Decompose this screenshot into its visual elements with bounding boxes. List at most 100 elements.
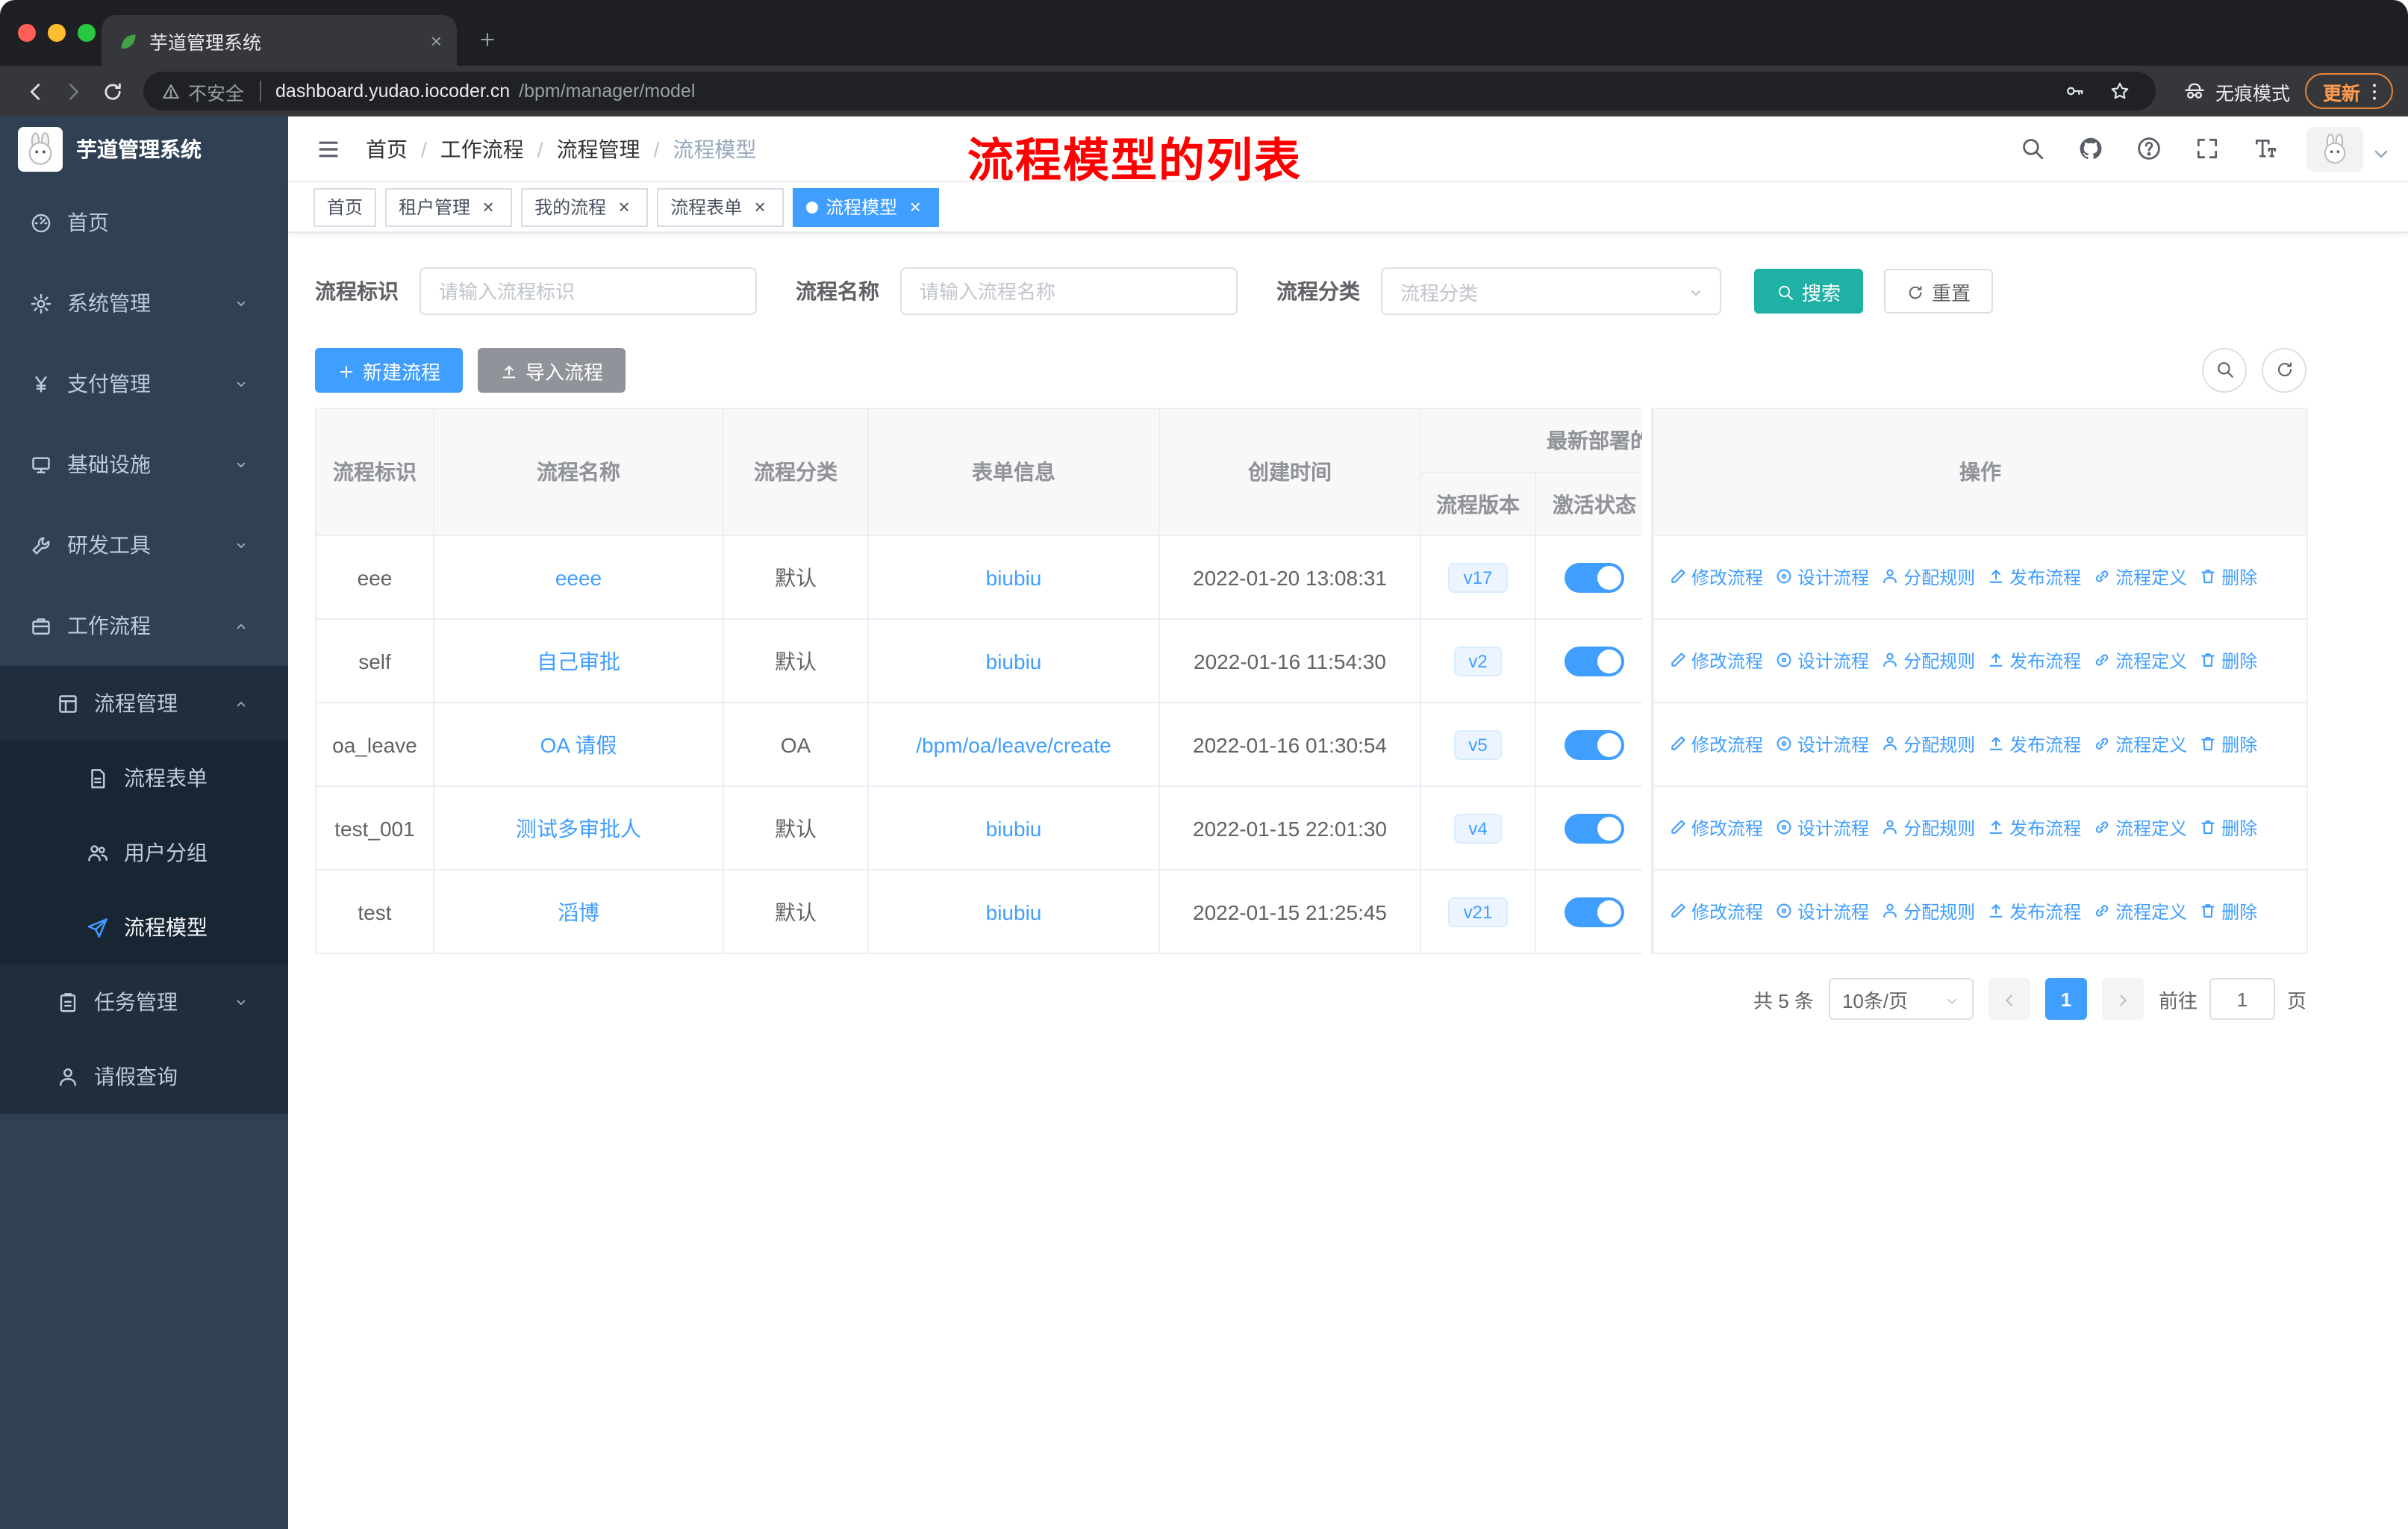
tab-2[interactable]: 我的流程 ×	[521, 187, 649, 226]
action-edit[interactable]: 修改流程	[1669, 815, 1763, 841]
current-page[interactable]: 1	[2044, 978, 2087, 1020]
action-assign[interactable]: 分配规则	[1881, 564, 1975, 590]
action-delete[interactable]: 删除	[2199, 564, 2257, 590]
sidebar-item-10[interactable]: 任务管理	[0, 965, 288, 1039]
fullscreen-button[interactable]	[2190, 132, 2223, 165]
passwords-icon[interactable]	[2057, 73, 2093, 109]
active-toggle[interactable]	[1565, 813, 1624, 843]
action-assign[interactable]: 分配规则	[1881, 648, 1975, 673]
active-toggle[interactable]	[1565, 729, 1624, 759]
sidebar-item-3[interactable]: 基础设施	[0, 424, 288, 505]
process-name-link[interactable]: 滔博	[558, 900, 599, 924]
close-icon[interactable]: ×	[614, 196, 634, 217]
action-delete[interactable]: 删除	[2199, 648, 2257, 673]
action-delete[interactable]: 删除	[2199, 899, 2257, 924]
form-link[interactable]: biubiu	[986, 816, 1042, 840]
form-link[interactable]: biubiu	[986, 900, 1042, 924]
process-name-link[interactable]: 测试多审批人	[516, 816, 641, 840]
tab-close-icon[interactable]: ×	[431, 29, 442, 52]
new-tab-button[interactable]	[466, 18, 508, 60]
process-name-link[interactable]: OA 请假	[540, 732, 617, 756]
address-bar[interactable]: 不安全 dashboard.yudao.iocoder.cn/bpm/manag…	[143, 72, 2156, 110]
action-design[interactable]: 设计流程	[1775, 732, 1869, 757]
action-design[interactable]: 设计流程	[1775, 899, 1869, 924]
breadcrumb-item[interactable]: 流程管理	[557, 134, 640, 164]
create-process-button[interactable]: 新建流程	[315, 348, 464, 393]
sidebar-item-1[interactable]: 系统管理	[0, 263, 288, 343]
close-icon[interactable]: ×	[478, 196, 499, 217]
close-icon[interactable]: ×	[749, 196, 770, 217]
sidebar-item-4[interactable]: 研发工具	[0, 505, 288, 585]
browser-tab[interactable]: 芋道管理系统 ×	[102, 15, 457, 66]
reload-button[interactable]	[93, 72, 131, 110]
breadcrumb-item[interactable]: 工作流程	[440, 134, 524, 164]
action-definition[interactable]: 流程定义	[2093, 648, 2187, 673]
form-link[interactable]: biubiu	[986, 565, 1042, 589]
action-publish[interactable]: 发布流程	[1987, 732, 2081, 757]
user-avatar[interactable]	[2306, 126, 2388, 171]
action-definition[interactable]: 流程定义	[2093, 899, 2187, 924]
prev-page-button[interactable]	[1988, 978, 2030, 1020]
sidebar-item-7[interactable]: 流程表单	[0, 741, 288, 815]
minimize-window-button[interactable]	[48, 24, 66, 42]
question-button[interactable]	[2132, 132, 2165, 165]
action-definition[interactable]: 流程定义	[2093, 564, 2187, 590]
search-button[interactable]	[2015, 132, 2048, 165]
form-link[interactable]: biubiu	[986, 649, 1042, 673]
active-toggle[interactable]	[1565, 897, 1624, 927]
sidebar-item-8[interactable]: 用户分组	[0, 815, 288, 890]
action-definition[interactable]: 流程定义	[2093, 732, 2187, 757]
next-page-button[interactable]	[2101, 978, 2144, 1020]
active-toggle[interactable]	[1565, 646, 1624, 676]
action-edit[interactable]: 修改流程	[1669, 648, 1763, 673]
tab-4[interactable]: 流程模型 ×	[793, 187, 940, 226]
process-key-input[interactable]	[419, 267, 757, 315]
sidebar-item-6[interactable]: 流程管理	[0, 666, 288, 741]
action-publish[interactable]: 发布流程	[1987, 564, 2081, 590]
action-publish[interactable]: 发布流程	[1987, 648, 2081, 673]
back-button[interactable]	[15, 72, 54, 110]
sidebar-item-0[interactable]: 首页	[0, 182, 288, 263]
bookmark-star-icon[interactable]	[2102, 73, 2138, 109]
import-process-button[interactable]: 导入流程	[478, 348, 626, 393]
zoom-window-button[interactable]	[78, 24, 96, 42]
search-button[interactable]: 搜索	[1754, 269, 1864, 314]
goto-page-input[interactable]	[2209, 978, 2275, 1020]
process-name-link[interactable]: 自己审批	[537, 649, 620, 673]
sidebar-item-2[interactable]: 支付管理	[0, 343, 288, 424]
action-edit[interactable]: 修改流程	[1669, 564, 1763, 590]
tab-3[interactable]: 流程表单 ×	[657, 187, 785, 226]
forward-button[interactable]	[54, 72, 93, 110]
sidebar-item-9[interactable]: 流程模型	[0, 890, 288, 965]
action-publish[interactable]: 发布流程	[1987, 899, 2081, 924]
active-toggle[interactable]	[1565, 562, 1624, 592]
close-icon[interactable]: ×	[905, 196, 926, 217]
action-definition[interactable]: 流程定义	[2093, 815, 2187, 841]
process-name-link[interactable]: eeee	[555, 565, 602, 589]
refresh-table-button[interactable]	[2262, 348, 2306, 393]
page-size-select[interactable]: 10条/页	[1828, 978, 1974, 1020]
action-design[interactable]: 设计流程	[1775, 815, 1869, 841]
browser-menu-icon[interactable]	[2363, 80, 2386, 102]
breadcrumb-item[interactable]: 首页	[366, 134, 408, 164]
form-link[interactable]: /bpm/oa/leave/create	[916, 732, 1111, 756]
tab-0[interactable]: 首页	[314, 187, 377, 226]
security-indicator[interactable]: 不安全	[161, 77, 244, 105]
reset-button[interactable]: 重置	[1884, 269, 1994, 314]
action-delete[interactable]: 删除	[2199, 815, 2257, 841]
action-publish[interactable]: 发布流程	[1987, 815, 2081, 841]
tab-1[interactable]: 租户管理 ×	[385, 187, 513, 226]
action-assign[interactable]: 分配规则	[1881, 815, 1975, 841]
process-name-input[interactable]	[900, 267, 1238, 315]
font-size-button[interactable]	[2248, 132, 2281, 165]
action-edit[interactable]: 修改流程	[1669, 732, 1763, 757]
sidebar-item-11[interactable]: 请假查询	[0, 1039, 288, 1114]
category-select[interactable]: 流程分类	[1381, 267, 1721, 315]
github-button[interactable]	[2074, 132, 2106, 165]
close-window-button[interactable]	[18, 24, 36, 42]
action-design[interactable]: 设计流程	[1775, 564, 1869, 590]
sidebar-item-5[interactable]: 工作流程	[0, 585, 288, 666]
hamburger-icon[interactable]	[312, 132, 345, 165]
action-assign[interactable]: 分配规则	[1881, 732, 1975, 757]
action-assign[interactable]: 分配规则	[1881, 899, 1975, 924]
